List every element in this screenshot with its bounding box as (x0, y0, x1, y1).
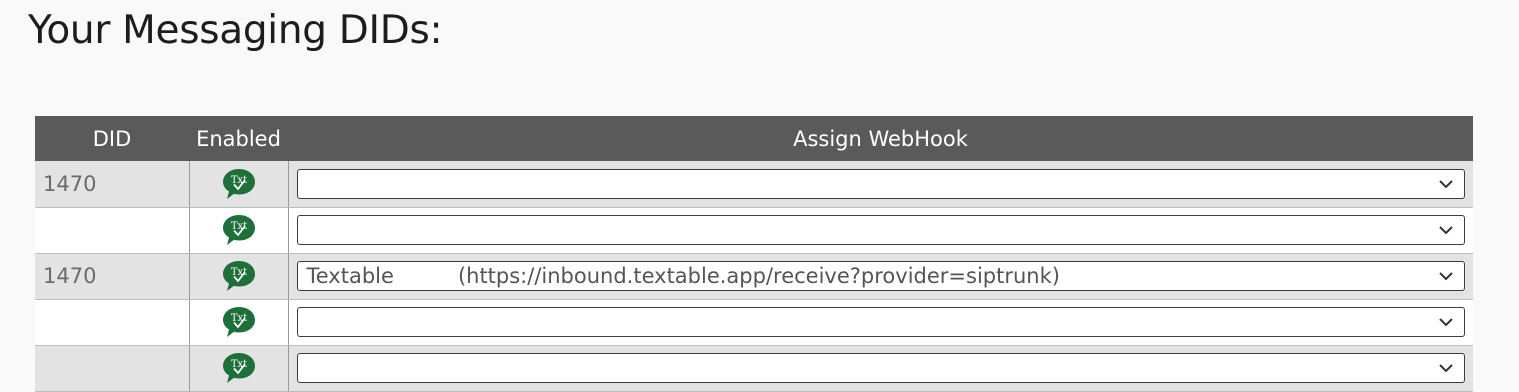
txt-check-badge-icon[interactable]: Txt (220, 212, 258, 248)
webhook-select[interactable] (296, 168, 1465, 199)
webhook-cell: Textable (https://inbound.textable.app/r… (288, 253, 1473, 300)
webhook-select-url: (https://inbound.textable.app/receive?pr… (457, 264, 1060, 288)
column-header-webhook: Assign WebHook (288, 116, 1473, 161)
webhook-cell (288, 345, 1473, 392)
webhook-cell (288, 161, 1473, 208)
chevron-down-icon (1439, 272, 1453, 281)
column-header-enabled: Enabled (189, 116, 288, 161)
table-row: Txt (35, 207, 1473, 254)
webhook-select[interactable]: Textable (https://inbound.textable.app/r… (296, 261, 1465, 291)
did-cell: 1470 (35, 161, 190, 208)
table-row: 1470 Txt Textable (https://inbound.texta… (35, 253, 1473, 300)
webhook-select[interactable] (296, 307, 1465, 337)
table-row: 1470 Txt (35, 161, 1473, 208)
enabled-cell: Txt (189, 207, 289, 254)
did-cell: 1470 (35, 253, 190, 300)
txt-check-badge-icon[interactable]: Txt (220, 350, 258, 386)
enabled-cell: Txt (189, 299, 289, 346)
did-cell (35, 345, 190, 392)
webhook-cell (288, 207, 1473, 254)
table-row: Txt (35, 345, 1473, 392)
did-cell (35, 207, 190, 254)
table-row: Txt (35, 299, 1473, 346)
chevron-down-icon (1439, 364, 1453, 373)
enabled-cell: Txt (189, 345, 289, 392)
did-cell (35, 299, 190, 346)
enabled-cell: Txt (189, 161, 289, 208)
dids-table: DID Enabled Assign WebHook 1470 Txt Txt … (35, 116, 1473, 392)
column-header-did: DID (35, 116, 189, 161)
chevron-down-icon (1439, 180, 1453, 189)
webhook-cell (288, 299, 1473, 346)
txt-check-badge-icon[interactable]: Txt (220, 258, 258, 294)
txt-check-badge-icon[interactable]: Txt (220, 304, 258, 340)
content-panel: Your Messaging DIDs: DID Enabled Assign … (0, 0, 1510, 392)
txt-check-badge-icon[interactable]: Txt (220, 166, 258, 202)
webhook-select-name: Textable (306, 264, 394, 288)
chevron-down-icon (1439, 226, 1453, 235)
chevron-down-icon (1439, 318, 1453, 327)
enabled-cell: Txt (189, 253, 289, 300)
page-title: Your Messaging DIDs: (28, 8, 443, 53)
webhook-select[interactable] (296, 215, 1465, 245)
table-header-row: DID Enabled Assign WebHook (35, 116, 1473, 161)
